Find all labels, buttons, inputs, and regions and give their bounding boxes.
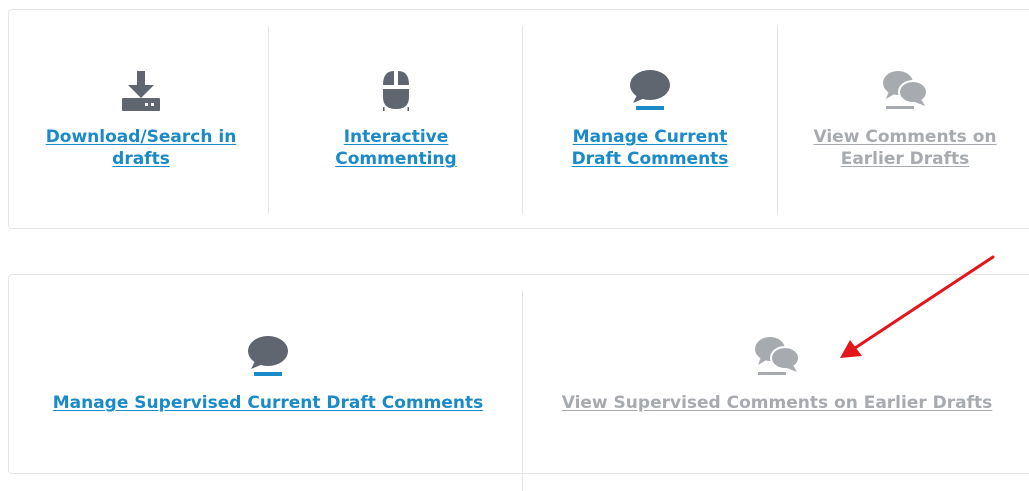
view-comments-earlier-drafts-link[interactable]: View Comments on Earlier Drafts [777,126,1029,170]
comment-icon [248,336,288,376]
manage-supervised-current-draft-comments-link[interactable]: Manage Supervised Current Draft Comments [13,392,523,414]
comments-icon [755,337,800,375]
mouse-icon [383,71,409,111]
comments-icon [883,71,928,109]
tile-view-comments-earlier-drafts[interactable]: View Comments on Earlier Drafts [777,26,1029,214]
supervised-tools-panel: Manage Supervised Current Draft Comments… [8,274,1029,491]
download-icon [122,71,160,111]
tile-download-search[interactable]: Download/Search in drafts [13,26,269,214]
manage-current-draft-comments-link[interactable]: Manage Current Draft Comments [522,126,778,170]
view-supervised-comments-earlier-drafts-link[interactable]: View Supervised Comments on Earlier Draf… [522,392,1029,414]
tile-view-supervised-comments-earlier-drafts[interactable]: View Supervised Comments on Earlier Draf… [522,291,1029,491]
tile-manage-supervised-current-draft-comments[interactable]: Manage Supervised Current Draft Comments [13,291,523,491]
comment-icon [630,70,670,110]
tile-manage-current-draft-comments[interactable]: Manage Current Draft Comments [522,26,778,214]
interactive-commenting-link[interactable]: Interactive Commenting [268,126,524,170]
tile-interactive-commenting[interactable]: Interactive Commenting [268,26,524,214]
download-search-link[interactable]: Download/Search in drafts [13,126,269,170]
draft-tools-panel: Download/Search in drafts Interactive Co… [8,9,1029,229]
